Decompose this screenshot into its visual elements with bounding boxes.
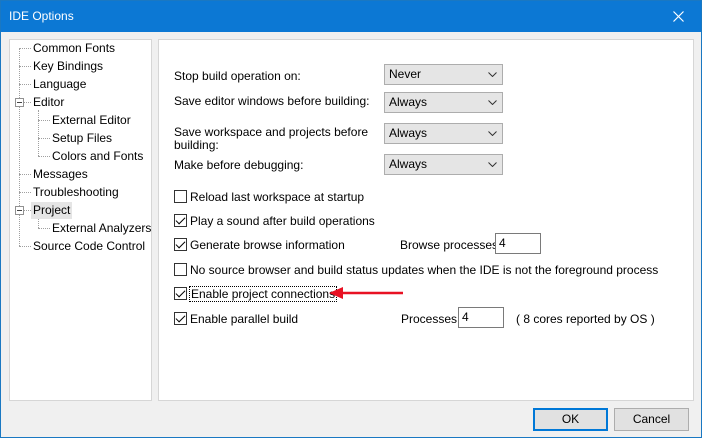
chevron-down-icon bbox=[486, 155, 498, 174]
reload-workspace-option[interactable]: Reload last workspace at startup bbox=[174, 189, 364, 204]
save-workspace-label-line2: building: bbox=[174, 138, 219, 152]
chevron-down-icon bbox=[486, 93, 498, 112]
tree-item-messages[interactable]: Messages bbox=[31, 166, 90, 183]
make-before-debug-value: Always bbox=[389, 157, 428, 171]
ok-button[interactable]: OK bbox=[533, 408, 608, 431]
cores-reported-note: ( 8 cores reported by OS ) bbox=[516, 312, 655, 326]
save-editor-label: Save editor windows before building: bbox=[174, 94, 370, 108]
generate-browse-option[interactable]: Generate browse information bbox=[174, 237, 345, 252]
save-workspace-label-line1: Save workspace and projects before bbox=[174, 125, 369, 139]
play-sound-checkbox[interactable] bbox=[174, 214, 187, 227]
generate-browse-checkbox[interactable] bbox=[174, 238, 187, 251]
tree-item-key-bindings[interactable]: Key Bindings bbox=[31, 58, 105, 75]
no-source-browser-option[interactable]: No source browser and build status updat… bbox=[174, 262, 658, 277]
tree-connector bbox=[19, 84, 31, 85]
stop-build-value: Never bbox=[389, 67, 422, 81]
enable-project-connections-label: Enable project connections bbox=[188, 285, 338, 302]
stop-build-select[interactable]: Never bbox=[384, 64, 503, 85]
make-before-debug-select[interactable]: Always bbox=[384, 154, 503, 175]
tree-connector bbox=[24, 102, 31, 103]
tree-item-external-editor[interactable]: External Editor bbox=[50, 112, 133, 129]
tree-item-source-code-control[interactable]: Source Code Control bbox=[31, 238, 147, 255]
chevron-down-icon bbox=[486, 124, 498, 143]
tree-connector bbox=[38, 120, 50, 121]
enable-parallel-build-option[interactable]: Enable parallel build bbox=[174, 311, 298, 326]
chevron-down-icon bbox=[486, 65, 498, 84]
tree-connector bbox=[19, 192, 31, 193]
category-tree: Common Fonts Key Bindings Language Edito… bbox=[9, 39, 152, 401]
play-sound-option[interactable]: Play a sound after build operations bbox=[174, 213, 375, 228]
tree-item-language[interactable]: Language bbox=[31, 76, 88, 93]
tree-connector bbox=[38, 218, 39, 228]
no-source-browser-checkbox[interactable] bbox=[174, 263, 187, 276]
play-sound-label: Play a sound after build operations bbox=[190, 213, 375, 228]
save-workspace-value: Always bbox=[389, 126, 428, 140]
tree-item-project[interactable]: Project bbox=[31, 202, 73, 219]
tree-item-common-fonts[interactable]: Common Fonts bbox=[31, 40, 117, 57]
cancel-button[interactable]: Cancel bbox=[614, 408, 689, 431]
tree-connector bbox=[19, 246, 31, 247]
enable-parallel-build-label: Enable parallel build bbox=[190, 311, 299, 326]
collapse-project-icon[interactable] bbox=[15, 206, 24, 215]
tree-connector bbox=[38, 110, 39, 156]
title-bar: IDE Options bbox=[1, 1, 701, 32]
enable-parallel-build-checkbox[interactable] bbox=[174, 312, 187, 325]
tree-connector bbox=[19, 174, 31, 175]
tree-connector bbox=[38, 156, 50, 157]
collapse-editor-icon[interactable] bbox=[15, 98, 24, 107]
no-source-browser-label: No source browser and build status updat… bbox=[190, 262, 659, 277]
close-icon bbox=[672, 11, 684, 22]
save-editor-select[interactable]: Always bbox=[384, 92, 503, 113]
close-button[interactable] bbox=[655, 1, 701, 32]
tree-item-setup-files[interactable]: Setup Files bbox=[50, 130, 114, 147]
enable-project-connections-option[interactable]: Enable project connections bbox=[174, 285, 338, 302]
tree-connector bbox=[38, 228, 50, 229]
reload-workspace-checkbox[interactable] bbox=[174, 190, 187, 203]
tree-connector bbox=[19, 48, 20, 246]
stop-build-label: Stop build operation on: bbox=[174, 69, 301, 83]
tree-item-editor[interactable]: Editor bbox=[31, 94, 66, 111]
browse-processes-input[interactable]: 4 bbox=[495, 233, 541, 254]
save-workspace-select[interactable]: Always bbox=[384, 123, 503, 144]
processes-input[interactable]: 4 bbox=[458, 307, 504, 328]
make-before-debug-label: Make before debugging: bbox=[174, 158, 304, 172]
tree-connector bbox=[38, 138, 50, 139]
browse-processes-label: Browse processes: bbox=[400, 238, 502, 252]
red-arrow-annotation-icon bbox=[329, 287, 403, 299]
tree-connector bbox=[19, 48, 31, 49]
tree-item-troubleshooting[interactable]: Troubleshooting bbox=[31, 184, 121, 201]
processes-label: Processes: bbox=[401, 312, 461, 326]
enable-project-connections-checkbox[interactable] bbox=[174, 287, 187, 300]
ide-options-dialog: IDE Options Common Fonts Key Bindings La… bbox=[0, 0, 702, 438]
reload-workspace-label: Reload last workspace at startup bbox=[190, 189, 365, 204]
generate-browse-label: Generate browse information bbox=[190, 237, 345, 252]
tree-connector bbox=[19, 66, 31, 67]
tree-connector bbox=[24, 210, 31, 211]
tree-item-external-analyzers[interactable]: External Analyzers bbox=[50, 220, 153, 237]
window-title: IDE Options bbox=[9, 9, 74, 23]
save-editor-value: Always bbox=[389, 95, 428, 109]
project-settings-panel: Stop build operation on: Never Save edit… bbox=[158, 39, 694, 401]
tree-item-colors-and-fonts[interactable]: Colors and Fonts bbox=[50, 148, 145, 165]
